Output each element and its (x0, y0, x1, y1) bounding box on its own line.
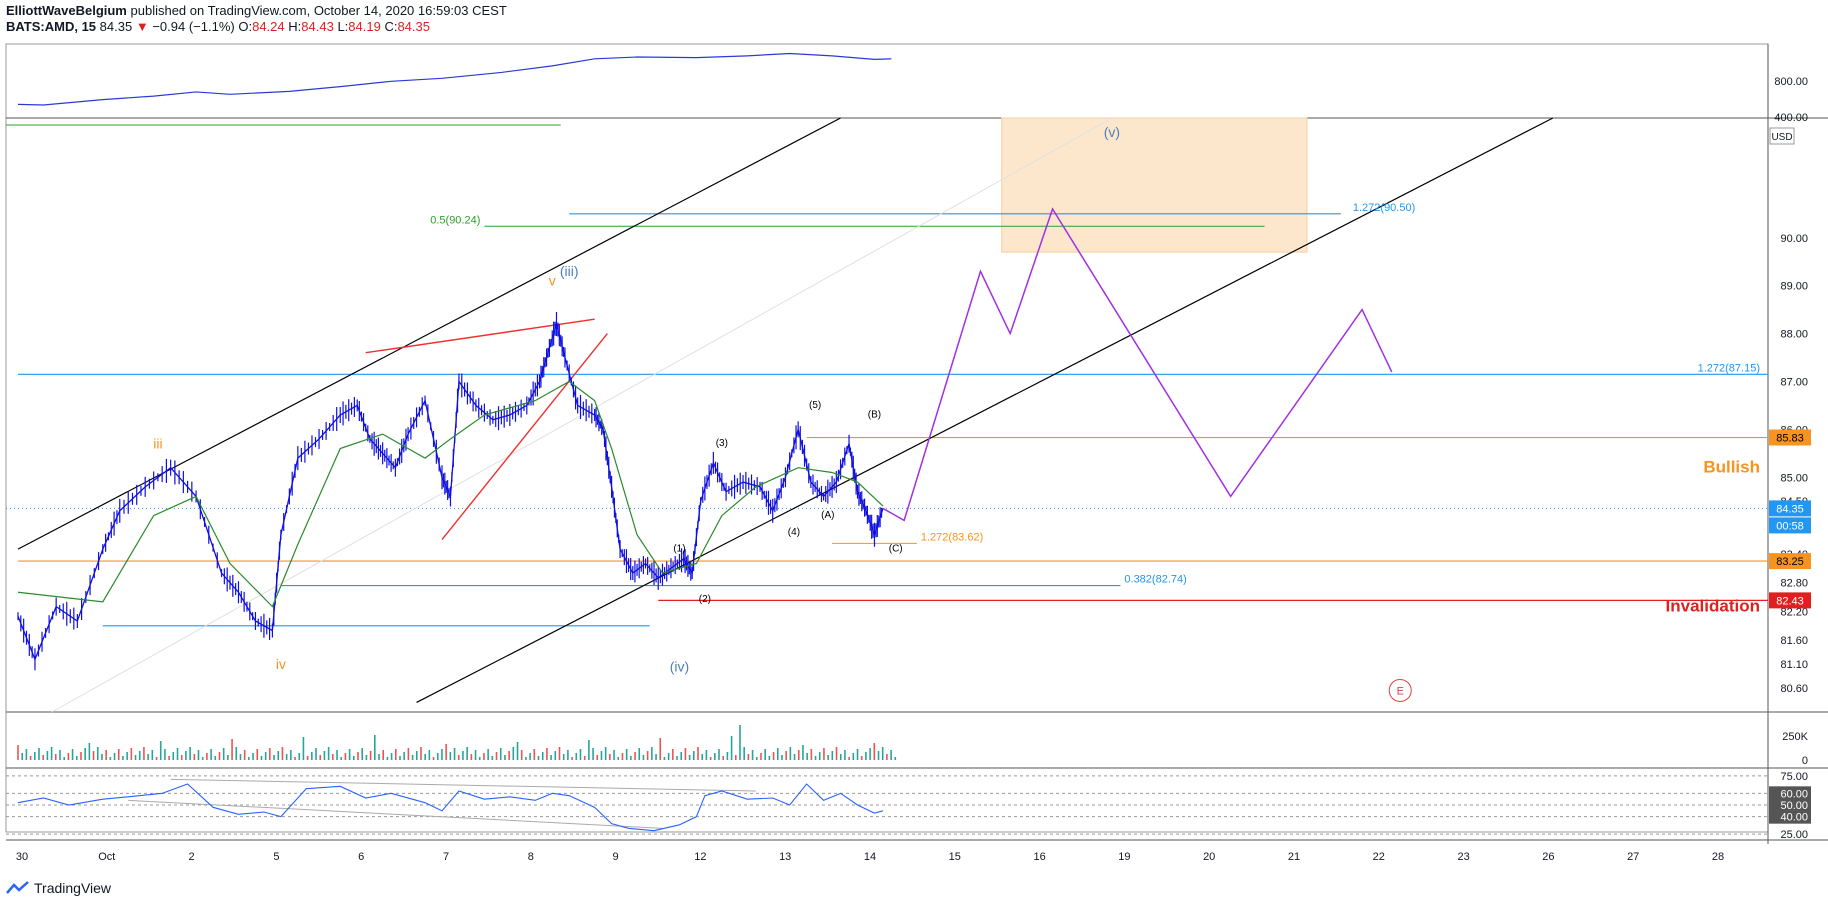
x-axis-tick: Oct (98, 851, 115, 863)
open-value: 84.24 (252, 19, 285, 34)
tradingview-logo-icon (6, 881, 29, 894)
level-label: 0.5(90.24) (430, 214, 480, 226)
close-value: 84.35 (397, 19, 430, 34)
level-label: 1.272(83.62) (921, 531, 983, 543)
oscillator-axis-tick: 75.00 (1780, 771, 1808, 783)
price-axis-tick: 81.10 (1780, 659, 1808, 671)
high-label: H: (288, 19, 302, 34)
chart-canvas[interactable]: 1.272(87.15) 1.272(90.50) 0.5(90.24) 0.382(… (0, 0, 1828, 909)
symbol-name[interactable]: BATS:AMD, 15 (6, 19, 96, 34)
projection-path (882, 207, 1393, 522)
high-value: 84.43 (301, 19, 334, 34)
channel-midline (51, 117, 1113, 713)
x-axis-tick: 23 (1457, 851, 1469, 863)
wave-label: (2) (699, 594, 711, 605)
volume-axis-tick: 0 (1802, 755, 1808, 767)
chart-header: ElliottWaveBelgium published on TradingV… (6, 3, 507, 35)
top-axis-tick: 400.00 (1774, 112, 1808, 124)
publish-line: ElliottWaveBelgium published on TradingV… (6, 3, 507, 19)
volume-axis-tick: 250K (1782, 731, 1808, 743)
wave-label: iv (276, 656, 286, 672)
top-axis-tick: 800.00 (1774, 76, 1808, 88)
price-axis-tag-label: 82.43 (1776, 595, 1804, 607)
earnings-marker-label: E (1397, 685, 1404, 697)
x-axis-tick: 27 (1627, 851, 1639, 863)
x-axis-tick: 5 (273, 851, 279, 863)
down-arrow-icon: ▼ (135, 19, 149, 34)
wave-label: (3) (716, 438, 728, 449)
countdown-label: 00:58 (1776, 520, 1804, 532)
open-label: O: (238, 19, 253, 34)
symbol-line: BATS:AMD, 15 84.35 ▼ −0.94 (−1.1%) O:84.… (6, 19, 507, 35)
channel-upper-line (17, 117, 841, 550)
target-zone (1001, 117, 1308, 253)
low-label: L: (337, 19, 349, 34)
x-axis-tick: 9 (613, 851, 619, 863)
price-change: −0.94 (−1.1%) (152, 19, 235, 34)
close-label: C: (384, 19, 398, 34)
oscillator-trendline (170, 778, 756, 792)
x-axis-tick: 7 (443, 851, 449, 863)
currency-label: USD (1771, 132, 1792, 143)
invalidation-annotation: Invalidation (1666, 596, 1760, 615)
x-axis-tick: 6 (358, 851, 364, 863)
price-axis-tick: 88.00 (1780, 329, 1808, 341)
price-axis-tag-label: 84.35 (1776, 503, 1804, 515)
oscillator-axis-tick: 40.00 (1780, 812, 1808, 824)
x-axis-tick: 28 (1712, 851, 1724, 863)
top-indicator-line (17, 52, 892, 106)
x-axis-tick: 26 (1542, 851, 1554, 863)
publish-info: published on TradingView.com, October 14… (130, 3, 507, 18)
price-axis-tick: 87.00 (1780, 376, 1808, 388)
level-label: 0.382(82.74) (1124, 574, 1186, 586)
price-axis-tick: 90.00 (1780, 233, 1808, 245)
price-axis-tick: 81.60 (1780, 635, 1808, 647)
price-axis-tick: 80.60 (1780, 683, 1808, 695)
oscillator-axis-tick: 25.00 (1780, 829, 1808, 841)
wave-label: (v) (1104, 124, 1120, 140)
level-label: 1.272(87.15) (1698, 362, 1760, 374)
wave-label: (C) (889, 544, 903, 555)
x-axis-tick: 16 (1033, 851, 1045, 863)
wave-label: v (549, 273, 556, 289)
x-axis-tick: 8 (528, 851, 534, 863)
wave-label: iii (153, 436, 162, 452)
wave-label: (1) (673, 544, 685, 555)
price-axis-tick: 85.00 (1780, 472, 1808, 484)
wave-label: (5) (809, 400, 821, 411)
x-axis-tick: 12 (694, 851, 706, 863)
price-axis-tick: 82.80 (1780, 578, 1808, 590)
x-axis-tick: 19 (1118, 851, 1130, 863)
price-axis-tag-label: 83.25 (1776, 556, 1804, 568)
author-name[interactable]: ElliottWaveBelgium (6, 3, 127, 18)
price-axis-tag-label: 85.83 (1776, 433, 1804, 445)
bullish-annotation: Bullish (1703, 457, 1760, 476)
wave-label: (B) (868, 409, 881, 420)
x-axis-tick: 20 (1203, 851, 1215, 863)
low-value: 84.19 (348, 19, 381, 34)
x-axis-tick: 14 (864, 851, 876, 863)
x-axis-tick: 15 (949, 851, 961, 863)
wave-label: (A) (821, 510, 834, 521)
x-axis-tick: 30 (16, 851, 28, 863)
wave-label: (iv) (670, 658, 689, 674)
x-axis-tick: 21 (1288, 851, 1300, 863)
last-price: 84.35 (99, 19, 133, 34)
x-axis-tick: 2 (189, 851, 195, 863)
level-label: 1.272(90.50) (1353, 202, 1415, 214)
footer-brand[interactable]: TradingView (6, 880, 111, 896)
brand-name: TradingView (34, 880, 112, 896)
wave-label: (4) (788, 527, 800, 538)
wave-label: (iii) (560, 263, 579, 279)
x-axis-tick: 22 (1373, 851, 1385, 863)
price-axis-tick: 89.00 (1780, 281, 1808, 293)
x-axis-tick: 13 (779, 851, 791, 863)
